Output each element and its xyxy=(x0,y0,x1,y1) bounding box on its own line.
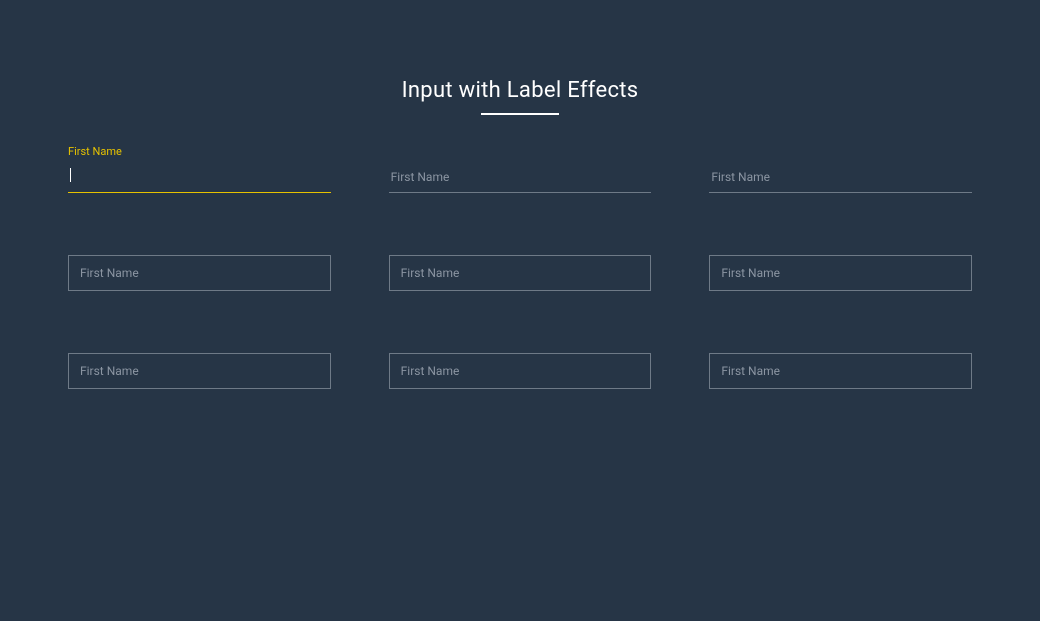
input-field-boxed[interactable]: First Name xyxy=(389,255,652,291)
input-field-underline[interactable]: First Name xyxy=(389,163,652,193)
page-title: Input with Label Effects xyxy=(0,78,1040,103)
text-cursor xyxy=(70,168,71,182)
first-name-input[interactable] xyxy=(68,353,331,389)
input-field-boxed[interactable]: First Name xyxy=(68,353,331,389)
input-field-boxed[interactable]: First Name xyxy=(68,255,331,291)
first-name-input[interactable] xyxy=(709,163,972,193)
input-field-underline[interactable]: First Name xyxy=(709,163,972,193)
input-label: First Name xyxy=(68,145,122,158)
first-name-input[interactable] xyxy=(68,255,331,291)
input-field-boxed[interactable]: First Name xyxy=(389,353,652,389)
input-field-boxed[interactable]: First Name xyxy=(709,353,972,389)
first-name-input[interactable] xyxy=(68,163,331,193)
form-grid: First Name First Name First Name First N… xyxy=(68,163,972,389)
input-field-underline-focused[interactable]: First Name xyxy=(68,163,331,193)
title-underline xyxy=(481,113,559,115)
first-name-input[interactable] xyxy=(709,255,972,291)
first-name-input[interactable] xyxy=(389,255,652,291)
first-name-input[interactable] xyxy=(389,163,652,193)
first-name-input[interactable] xyxy=(709,353,972,389)
first-name-input[interactable] xyxy=(389,353,652,389)
input-field-boxed[interactable]: First Name xyxy=(709,255,972,291)
